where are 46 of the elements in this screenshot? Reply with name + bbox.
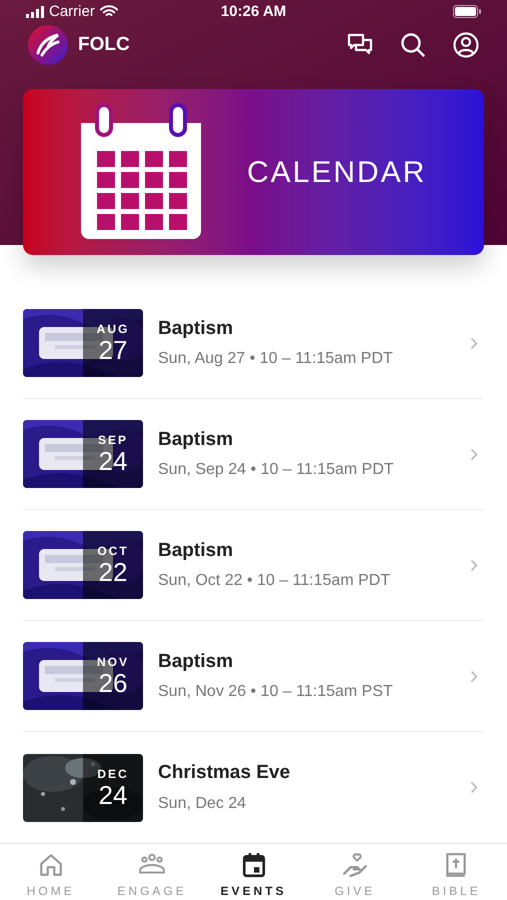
search-icon[interactable] (400, 32, 426, 58)
event-month: DEC (97, 766, 129, 780)
logo-icon (28, 24, 68, 65)
event-title: Baptism (158, 428, 234, 452)
event-day: 24 (98, 780, 128, 808)
tab-button[interactable]: GIVE (304, 844, 406, 900)
battery-icon (453, 5, 481, 18)
event-day: 26 (98, 669, 128, 697)
event-month: OCT (97, 544, 129, 558)
chevron-icon[interactable] (470, 558, 478, 572)
calendar-icon (79, 103, 203, 241)
app-title: FOLC (78, 32, 131, 57)
event-time: Sun, Oct 22 • 10 – 11:15am PDT (158, 571, 392, 592)
signal-icon (26, 6, 44, 18)
chevron-icon[interactable] (470, 448, 478, 460)
profile-icon[interactable] (453, 32, 479, 58)
event-month: AUG (96, 322, 130, 336)
event-time: Sun, Dec 24 (158, 794, 248, 814)
clock: 10:26 AM (220, 2, 288, 22)
calendar-icon (240, 852, 267, 878)
event-title: Baptism (158, 538, 234, 563)
chevron-icon[interactable] (470, 781, 478, 794)
tab-button[interactable]: ENGAGE (101, 844, 203, 900)
event-title: Baptism (158, 650, 234, 674)
tab-button[interactable]: EVENTS (202, 844, 304, 900)
carrier-label: Carrier (49, 2, 95, 22)
event-day: 22 (98, 558, 128, 586)
event-title: Baptism (158, 316, 234, 341)
calendar-banner[interactable]: CALENDAR (23, 89, 484, 255)
event-time: Sun, Aug 27 • 10 – 11:15am PDT (158, 349, 394, 370)
event-day: 24 (98, 447, 128, 475)
event-time: Sun, Nov 26 • 10 – 11:15am PST (158, 682, 394, 702)
hand-heart-icon (342, 852, 368, 878)
event-time: Sun, Sep 24 • 10 – 11:15am PDT (158, 460, 395, 480)
event-title: Christmas Eve (158, 761, 292, 786)
event-month: SEP (98, 433, 128, 447)
chevron-icon[interactable] (470, 336, 478, 350)
event-month: NOV (96, 655, 129, 669)
tab-button[interactable]: HOME (0, 844, 102, 900)
banner-title: CALENDAR (247, 154, 426, 190)
home-icon (38, 852, 64, 878)
chat-icon[interactable] (347, 32, 373, 57)
chevron-icon[interactable] (470, 670, 478, 682)
event-day: 27 (98, 336, 128, 364)
wifi-icon (100, 5, 118, 18)
tab-button[interactable]: BIBLE (406, 844, 507, 900)
